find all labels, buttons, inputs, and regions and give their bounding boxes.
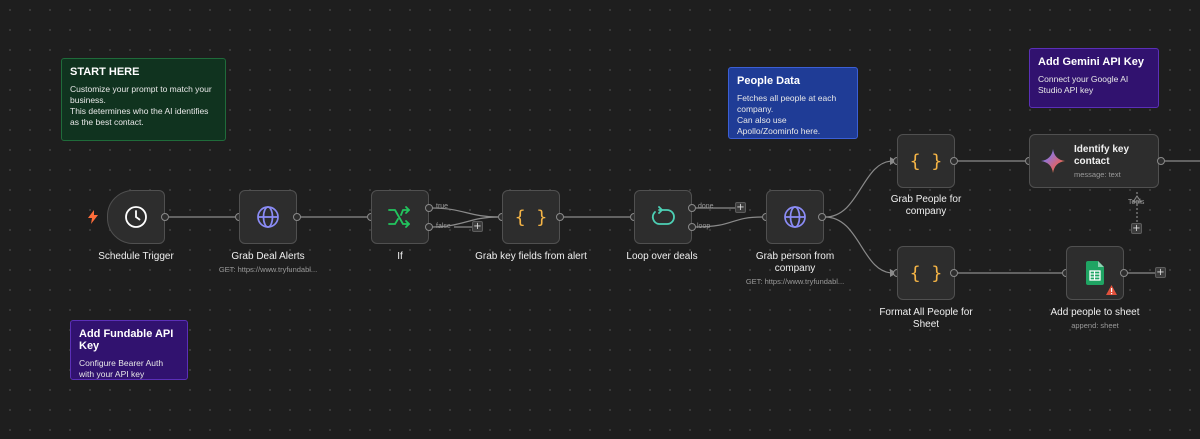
handle-grab-people-out[interactable] [950, 157, 958, 165]
node-schedule-trigger[interactable] [107, 190, 165, 244]
handle-key-fields-out[interactable] [556, 213, 564, 221]
sub-grab-person: GET: https://www.tryfundabl... [745, 277, 845, 286]
note-people-data[interactable]: People Data Fetches all people at each c… [728, 67, 858, 139]
label-format-people: Format All People for Sheet [879, 307, 973, 330]
node-loop-over-deals[interactable] [634, 190, 692, 244]
label-add-people-sheet: Add people to sheet [1050, 307, 1140, 318]
handle-schedule-out[interactable] [161, 213, 169, 221]
trigger-bolt-icon [88, 210, 98, 229]
note-gemini-line-1: Connect your Google AI Studio API key [1038, 74, 1129, 95]
globe-icon [784, 206, 806, 228]
node-add-people-sheet[interactable] [1066, 246, 1124, 300]
note-fundable-line-1: Configure Bearer Auth with your API key [79, 358, 164, 379]
braces-icon: { } [514, 206, 548, 228]
label-schedule-trigger: Schedule Trigger [98, 251, 174, 262]
note-start-here[interactable]: START HERE Customize your prompt to matc… [61, 58, 226, 141]
note-start-title: START HERE [70, 66, 140, 78]
warning-icon[interactable] [1106, 285, 1117, 295]
node-grab-key-fields[interactable]: { } [502, 190, 560, 244]
label-loop-over-deals: Loop over deals [626, 251, 698, 262]
note-people-line-2: Can also use Apollo/Zoominfo here. [737, 115, 821, 136]
node-grab-people[interactable]: { } [897, 134, 955, 188]
branch-icon [388, 206, 410, 228]
port-label-true: true [436, 203, 449, 210]
node-if[interactable] [371, 190, 429, 244]
port-label-done: done [698, 203, 714, 210]
braces-icon: { } [909, 150, 943, 172]
handle-person-out[interactable] [818, 213, 826, 221]
node-format-people[interactable]: { } [897, 246, 955, 300]
handle-loop-done-out[interactable] [688, 204, 696, 212]
port-label-loop: loop [697, 223, 711, 230]
handle-if-false-out[interactable] [425, 223, 433, 231]
handle-if-true-out[interactable] [425, 204, 433, 212]
label-grab-deal-alerts: Grab Deal Alerts [231, 251, 305, 262]
note-fundable-title: Add Fundable API Key [79, 328, 174, 352]
add-tool-button[interactable]: + [1131, 223, 1142, 234]
identify-title: Identify key contact [1074, 143, 1130, 167]
identify-sub: message: text [1074, 169, 1121, 179]
gemini-icon [1041, 149, 1065, 173]
node-identify-key-contact[interactable]: Identify key contact message: text [1029, 134, 1159, 188]
sheets-icon [1086, 261, 1104, 285]
braces-icon: { } [909, 262, 943, 284]
label-grab-people: Grab People for company [890, 194, 962, 217]
note-start-line-1: Customize your prompt to match your busi… [70, 84, 212, 105]
handle-sheet-out[interactable] [1120, 269, 1128, 277]
handle-loop-loop-out[interactable] [688, 223, 696, 231]
add-node-sheet-button[interactable]: + [1155, 267, 1166, 278]
note-fundable-key[interactable]: Add Fundable API Key Configure Bearer Au… [70, 320, 188, 380]
note-people-line-1: Fetches all people at each company. [737, 93, 837, 114]
handle-deal-alerts-out[interactable] [293, 213, 301, 221]
globe-icon [257, 206, 279, 228]
label-grab-person: Grab person from company [755, 251, 835, 274]
label-grab-key-fields: Grab key fields from alert [475, 251, 587, 262]
sub-add-people-sheet: append: sheet [1071, 321, 1119, 330]
clock-icon [125, 206, 147, 228]
note-people-title: People Data [737, 75, 800, 87]
node-grab-person[interactable] [766, 190, 824, 244]
note-start-line-2: This determines who the AI identifies as… [70, 106, 209, 127]
add-node-loop-done-button[interactable]: + [735, 202, 746, 213]
sub-grab-deal-alerts: GET: https://www.tryfundabl... [218, 265, 318, 274]
loop-icon [651, 206, 675, 225]
label-if: If [397, 251, 403, 262]
note-gemini-title: Add Gemini API Key [1038, 56, 1144, 68]
port-label-tools: Tools [1128, 199, 1145, 206]
handle-format-out[interactable] [950, 269, 958, 277]
add-node-if-false-button[interactable]: + [472, 221, 483, 232]
node-grab-deal-alerts[interactable] [239, 190, 297, 244]
port-label-false: false [436, 223, 451, 230]
note-gemini-key[interactable]: Add Gemini API Key Connect your Google A… [1029, 48, 1159, 108]
handle-identify-out[interactable] [1157, 157, 1165, 165]
